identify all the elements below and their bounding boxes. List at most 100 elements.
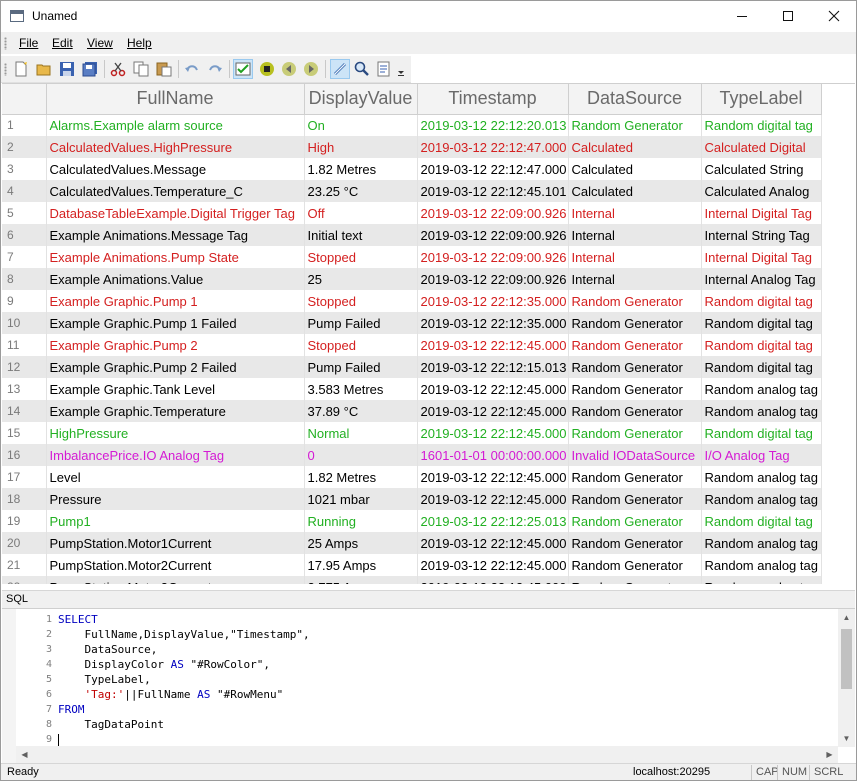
timestamp-cell[interactable]: 2019-03-12 22:09:00.926 xyxy=(417,246,569,268)
datasource-cell[interactable]: Calculated xyxy=(568,136,702,158)
datasource-cell[interactable]: Random Generator xyxy=(568,312,702,334)
row-number-cell[interactable]: 18 xyxy=(2,488,47,510)
column-header-datasource[interactable]: DataSource xyxy=(568,84,702,115)
redo-button[interactable] xyxy=(205,59,225,79)
menu-view[interactable]: View xyxy=(87,36,113,50)
typelabel-cell[interactable]: Internal Digital Tag xyxy=(701,202,822,224)
row-number-cell[interactable]: 15 xyxy=(2,422,47,444)
row-number-cell[interactable]: 20 xyxy=(2,532,47,554)
datasource-cell[interactable]: Internal xyxy=(568,268,702,290)
fullname-cell[interactable]: Level xyxy=(46,466,305,488)
column-header-timestamp[interactable]: Timestamp xyxy=(417,84,569,115)
table-row[interactable]: 22PumpStation.Motor3Current2.775 Amps201… xyxy=(2,576,822,584)
timestamp-cell[interactable]: 2019-03-12 22:12:45.000 xyxy=(417,466,569,488)
table-row[interactable]: 2 CalculatedValues.HighPressure High 2019-0… xyxy=(2,136,822,158)
save-all-button[interactable] xyxy=(80,59,100,79)
row-number-cell[interactable]: 7 xyxy=(2,246,47,268)
displayvalue-cell[interactable]: High xyxy=(304,136,418,158)
check-query-button[interactable] xyxy=(233,59,253,79)
paste-button[interactable] xyxy=(154,59,174,79)
column-header-typelabel[interactable]: TypeLabel xyxy=(701,84,822,115)
scroll-up-icon[interactable]: ▲ xyxy=(838,609,855,626)
typelabel-cell[interactable]: Calculated String xyxy=(701,158,822,180)
fullname-cell[interactable]: Pressure xyxy=(46,488,305,510)
datasource-cell[interactable]: Random Generator xyxy=(568,488,702,510)
datasource-cell[interactable]: Random Generator xyxy=(568,422,702,444)
typelabel-cell[interactable]: Internal String Tag xyxy=(701,224,822,246)
table-row[interactable]: 4 CalculatedValues.Temperature_C 23.25 °C 2… xyxy=(2,180,822,202)
displayvalue-cell[interactable]: 0 xyxy=(304,444,418,466)
toolbar-overflow-button[interactable] xyxy=(396,59,406,79)
close-button[interactable] xyxy=(811,1,857,31)
datasource-cell[interactable]: Random Generator xyxy=(568,400,702,422)
table-row[interactable]: 9 Example Graphic.Pump 1 Stopped 2019-03-12… xyxy=(2,290,822,312)
cut-button[interactable] xyxy=(108,59,128,79)
column-header-rownum[interactable] xyxy=(2,84,47,115)
row-number-cell[interactable]: 17 xyxy=(2,466,47,488)
fullname-cell[interactable]: PumpStation.Motor3Current xyxy=(46,576,305,584)
displayvalue-cell[interactable]: Stopped xyxy=(304,290,418,312)
table-row[interactable]: 5 DatabaseTableExample.Digital Trigger Ta… xyxy=(2,202,822,224)
displayvalue-cell[interactable]: Normal xyxy=(304,422,418,444)
table-row[interactable]: 8 Example Animations.Value 25 2019-03-12 22… xyxy=(2,268,822,290)
table-row[interactable]: 7 Example Animations.Pump State Stopped 201… xyxy=(2,246,822,268)
fullname-cell[interactable]: CalculatedValues.HighPressure xyxy=(46,136,305,158)
datasource-cell[interactable]: Calculated xyxy=(568,180,702,202)
fullname-cell[interactable]: DatabaseTableExample.Digital Trigger Tag xyxy=(46,202,305,224)
typelabel-cell[interactable]: Random digital tag xyxy=(701,290,822,312)
play-button[interactable] xyxy=(301,59,321,79)
table-row[interactable]: 10 Example Graphic.Pump 1 Failed Pump Fail… xyxy=(2,312,822,334)
typelabel-cell[interactable]: Random digital tag xyxy=(701,356,822,378)
column-header-displayvalue[interactable]: DisplayValue xyxy=(304,84,418,115)
displayvalue-cell[interactable]: 1021 mbar xyxy=(304,488,418,510)
row-number-cell[interactable]: 3 xyxy=(2,158,47,180)
row-number-cell[interactable]: 22 xyxy=(2,576,47,584)
typelabel-cell[interactable]: Random analog tag xyxy=(701,532,822,554)
menu-help[interactable]: Help xyxy=(127,36,152,50)
row-number-cell[interactable]: 19 xyxy=(2,510,47,532)
datasource-cell[interactable]: Random Generator xyxy=(568,356,702,378)
displayvalue-cell[interactable]: 1.82 Metres xyxy=(304,158,418,180)
typelabel-cell[interactable]: Calculated Digital xyxy=(701,136,822,158)
table-row[interactable]: 11 Example Graphic.Pump 2 Stopped 2019-03-1… xyxy=(2,334,822,356)
typelabel-cell[interactable]: Random analog tag xyxy=(701,554,822,576)
scroll-thumb[interactable] xyxy=(841,629,852,689)
displayvalue-cell[interactable]: Initial text xyxy=(304,224,418,246)
table-row[interactable]: 16 ImbalancePrice.IO Analog Tag 0 1601-01-0… xyxy=(2,444,822,466)
zoom-button[interactable] xyxy=(352,59,372,79)
timestamp-cell[interactable]: 1601-01-01 00:00:00.000 xyxy=(417,444,569,466)
table-row[interactable]: 1 Alarms.Example alarm source On 2019-03-12… xyxy=(2,114,822,136)
row-number-cell[interactable]: 11 xyxy=(2,334,47,356)
displayvalue-cell[interactable]: Running xyxy=(304,510,418,532)
datasource-cell[interactable]: Random Generator xyxy=(568,378,702,400)
row-number-cell[interactable]: 13 xyxy=(2,378,47,400)
datasource-cell[interactable]: Random Generator xyxy=(568,290,702,312)
timestamp-cell[interactable]: 2019-03-12 22:09:00.926 xyxy=(417,202,569,224)
toolbar-grip-icon[interactable] xyxy=(4,63,7,76)
displayvalue-cell[interactable]: 1.82 Metres xyxy=(304,466,418,488)
datasource-cell[interactable]: Internal xyxy=(568,246,702,268)
row-number-cell[interactable]: 9 xyxy=(2,290,47,312)
fullname-cell[interactable]: Example Graphic.Pump 1 Failed xyxy=(46,312,305,334)
table-row[interactable]: 3 CalculatedValues.Message 1.82 Metres 2019… xyxy=(2,158,822,180)
row-number-cell[interactable]: 16 xyxy=(2,444,47,466)
timestamp-cell[interactable]: 2019-03-12 22:12:45.000 xyxy=(417,576,569,584)
table-row[interactable]: 14 Example Graphic.Temperature 37.89 °C 201… xyxy=(2,400,822,422)
timestamp-cell[interactable]: 2019-03-12 22:09:00.926 xyxy=(417,268,569,290)
datasource-cell[interactable]: Random Generator xyxy=(568,510,702,532)
datasource-cell[interactable]: Calculated xyxy=(568,158,702,180)
datasource-cell[interactable]: Random Generator xyxy=(568,554,702,576)
timestamp-cell[interactable]: 2019-03-12 22:12:45.000 xyxy=(417,488,569,510)
timestamp-cell[interactable]: 2019-03-12 22:12:25.013 xyxy=(417,510,569,532)
typelabel-cell[interactable]: Internal Analog Tag xyxy=(701,268,822,290)
displayvalue-cell[interactable]: Pump Failed xyxy=(304,356,418,378)
datasource-cell[interactable]: Internal xyxy=(568,224,702,246)
displayvalue-cell[interactable]: Stopped xyxy=(304,334,418,356)
open-button[interactable] xyxy=(34,59,54,79)
timestamp-cell[interactable]: 2019-03-12 22:12:47.000 xyxy=(417,158,569,180)
title-bar[interactable]: Unamed xyxy=(1,1,856,32)
fullname-cell[interactable]: CalculatedValues.Message xyxy=(46,158,305,180)
timestamp-cell[interactable]: 2019-03-12 22:12:45.000 xyxy=(417,422,569,444)
datasource-cell[interactable]: Invalid IODataSource xyxy=(568,444,702,466)
fullname-cell[interactable]: ImbalancePrice.IO Analog Tag xyxy=(46,444,305,466)
